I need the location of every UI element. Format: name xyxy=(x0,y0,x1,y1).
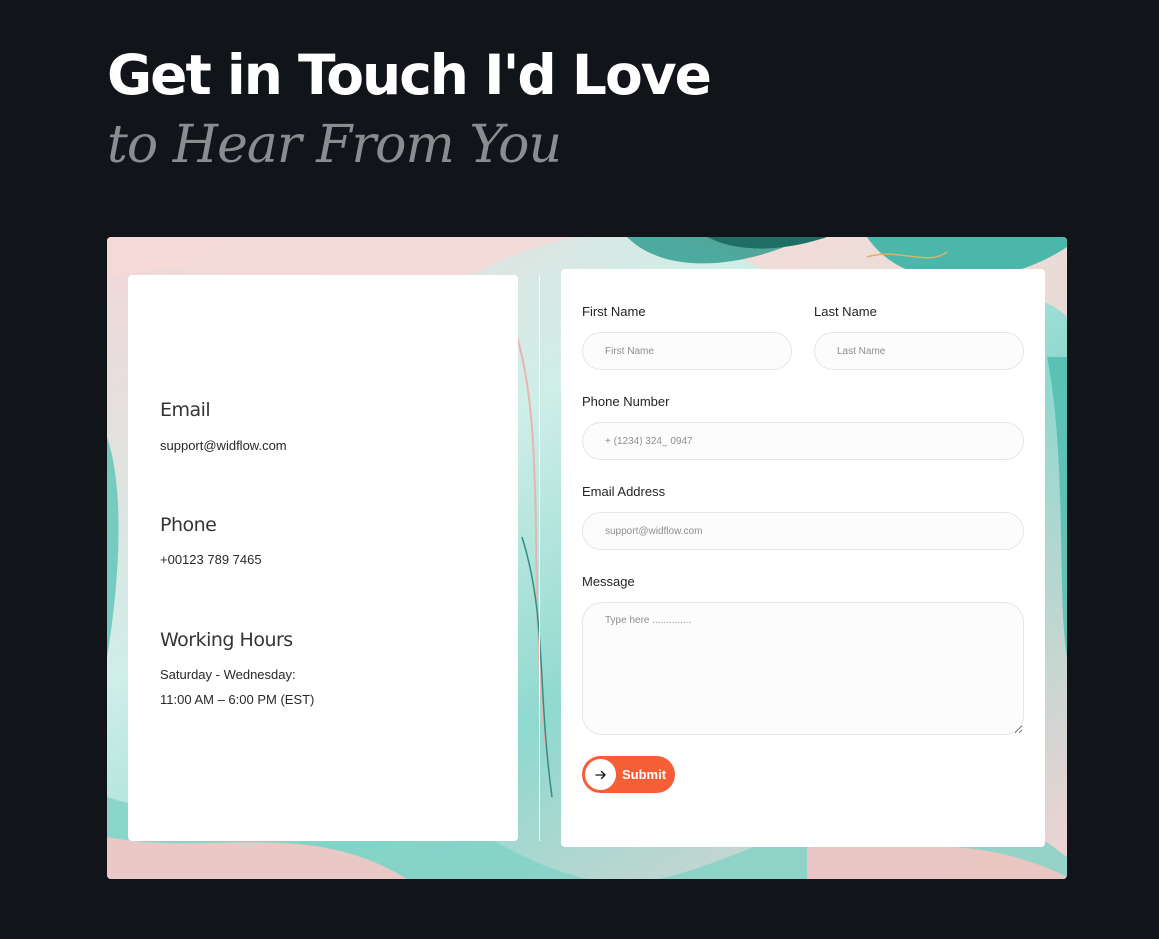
heading-line-1: Get in Touch I'd Love xyxy=(107,43,712,107)
email-value: support@widflow.com xyxy=(160,438,287,453)
email-info: Email support@widflow.com xyxy=(160,399,287,458)
hours-info: Working Hours Saturday - Wednesday: 11:0… xyxy=(160,629,314,712)
contact-info-card: Email support@widflow.com Phone +00123 7… xyxy=(128,275,518,841)
phone-info: Phone +00123 789 7465 xyxy=(160,514,262,572)
panel-divider xyxy=(539,275,540,841)
email-input[interactable] xyxy=(582,512,1024,550)
hours-time: 11:00 AM – 6:00 PM (EST) xyxy=(160,692,315,707)
message-textarea[interactable] xyxy=(582,602,1024,735)
hours-title: Working Hours xyxy=(160,629,293,651)
email-title: Email xyxy=(160,399,211,421)
phone-label: Phone Number xyxy=(582,394,670,409)
last-name-input[interactable] xyxy=(814,332,1024,370)
hours-days: Saturday - Wednesday: xyxy=(160,667,296,682)
first-name-input[interactable] xyxy=(582,332,792,370)
email-label: Email Address xyxy=(582,484,666,499)
last-name-label: Last Name xyxy=(814,304,877,319)
phone-title: Phone xyxy=(160,514,217,536)
message-label: Message xyxy=(582,574,635,589)
heading-line-2: to Hear From You xyxy=(107,115,562,175)
phone-value: +00123 789 7465 xyxy=(160,552,262,567)
submit-label: Submit xyxy=(622,767,667,782)
contact-page: Get in Touch I'd Love to Hear From You E… xyxy=(0,0,1159,939)
page-heading: Get in Touch I'd Love to Hear From You xyxy=(107,40,712,180)
phone-input[interactable] xyxy=(582,422,1024,460)
arrow-right-icon xyxy=(585,759,616,790)
contact-form: First Name Last Name Phone Number Email … xyxy=(561,269,1045,847)
first-name-label: First Name xyxy=(582,304,646,319)
submit-button[interactable]: Submit xyxy=(582,756,675,793)
contact-panel: Email support@widflow.com Phone +00123 7… xyxy=(107,237,1067,879)
